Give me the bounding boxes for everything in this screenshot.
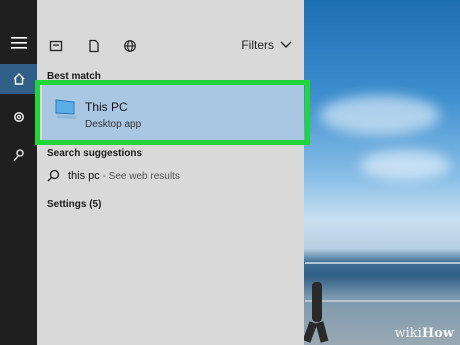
chevron-down-icon <box>280 41 292 48</box>
web-suggestion[interactable]: this pc - See web results <box>47 169 180 182</box>
wave-line <box>305 300 460 302</box>
suggestion-suffix: - See web results <box>99 170 180 182</box>
cloud <box>360 150 450 180</box>
green-highlight-box <box>35 80 310 145</box>
cloud <box>320 95 440 135</box>
settings-gear-icon[interactable] <box>0 102 37 132</box>
hamburger-menu-icon[interactable] <box>0 28 37 58</box>
settings-heading[interactable]: Settings (5) <box>47 199 101 210</box>
home-icon[interactable] <box>0 64 37 94</box>
runner-leg <box>315 321 329 343</box>
wikihow-watermark: wikiHow <box>395 326 454 341</box>
watermark-suffix: How <box>421 326 454 341</box>
start-left-rail <box>0 0 37 345</box>
search-icon <box>47 169 60 182</box>
wave-line <box>305 262 460 264</box>
feedback-icon[interactable] <box>0 140 37 170</box>
panel-toolbar: Filters <box>37 30 304 62</box>
search-panel: Filters Best match This PC Desktop app S… <box>37 0 304 345</box>
web-globe-icon[interactable] <box>123 39 137 53</box>
suggestion-query: this pc <box>68 169 100 182</box>
filters-button[interactable]: Filters <box>241 38 292 52</box>
watermark-prefix: wiki <box>394 326 422 341</box>
runner-figure <box>312 282 322 322</box>
apps-icon[interactable] <box>49 39 63 53</box>
filters-label: Filters <box>241 38 274 52</box>
documents-icon[interactable] <box>87 39 101 53</box>
search-suggestions-heading: Search suggestions <box>47 148 143 159</box>
